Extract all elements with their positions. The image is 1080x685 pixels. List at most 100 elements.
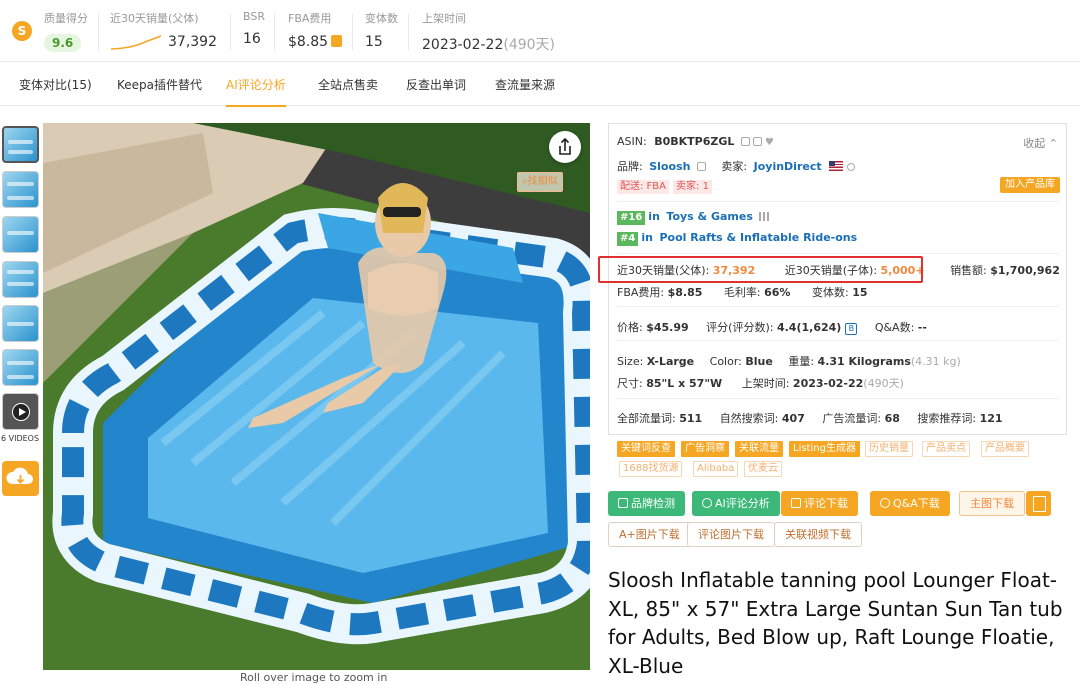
rank-row-2: #4 in Pool Rafts & Inflatable Ride-ons <box>617 231 857 246</box>
traffic-natural-value: 407 <box>781 412 805 425</box>
margin-value: 66% <box>764 286 791 299</box>
review-download-label: 评论下载 <box>804 497 848 510</box>
tab-reverse-keywords[interactable]: 反查出单词 <box>406 76 466 93</box>
copy-icon[interactable] <box>752 137 762 146</box>
heart-icon[interactable]: ♥ <box>765 137 774 148</box>
videos-label: 6 VIDEOS <box>1 434 40 443</box>
sales-trend-icon <box>110 35 162 50</box>
keyword-reverse-tag[interactable]: 关键词反查 <box>617 441 675 457</box>
seller-label: 卖家: <box>721 160 748 173</box>
youmaiyun-tag[interactable]: 优麦云 <box>744 461 782 477</box>
ad-insight-tag[interactable]: 广告洞察 <box>681 441 729 457</box>
asin-row: ASIN: B0BKTP6ZGL ♥ <box>617 135 774 148</box>
rank-category-link[interactable]: Toys & Games <box>666 210 753 223</box>
aplus-download-button[interactable]: A+图片下载 <box>608 522 691 547</box>
find-similar-button[interactable]: ⌕找相似 <box>517 172 563 192</box>
review-image-download-button[interactable]: 评论图片下载 <box>687 522 775 547</box>
thumbnail[interactable] <box>2 171 39 208</box>
collapse-label: 收起 <box>1023 137 1046 150</box>
listing-generator-tag[interactable]: Listing生成器 <box>789 441 860 457</box>
tab-ai-review[interactable]: AI评论分析 <box>226 76 286 107</box>
color-value: Blue <box>745 355 773 368</box>
traffic-natural-label: 自然搜索词: <box>719 412 779 425</box>
fulfillment-row: 配送: FBA 卖家: 1 <box>617 179 716 194</box>
product-photo <box>43 123 590 670</box>
copy-icon[interactable] <box>740 137 750 146</box>
related-video-download-button[interactable]: 关联视频下载 <box>774 522 862 547</box>
tab-all-sites[interactable]: 全站点售卖 <box>318 76 378 93</box>
product-main-image[interactable] <box>43 123 590 670</box>
divider <box>274 14 275 50</box>
find-similar-label: 找相似 <box>527 176 558 187</box>
alibaba-tag[interactable]: Alibaba <box>693 461 739 477</box>
us-flag-icon <box>829 161 844 171</box>
product-summary-tag[interactable]: 产品概要 <box>981 441 1029 457</box>
review-download-button[interactable]: 评论下载 <box>781 491 858 516</box>
chevron-up-icon: ⌃ <box>1048 137 1058 150</box>
location-icon <box>847 163 856 171</box>
traffic-all-value: 511 <box>679 412 703 425</box>
thumbnail[interactable] <box>2 126 39 163</box>
fba-label: FBA费用: <box>617 286 665 299</box>
dims-label: 尺寸: <box>617 377 643 390</box>
sales-value: 37,392 <box>168 34 217 50</box>
thumbnail[interactable] <box>2 216 39 253</box>
revenue-label: 销售额: <box>950 264 987 277</box>
seller-link[interactable]: JoyinDirect <box>754 160 822 173</box>
logo-icon: S <box>12 21 32 41</box>
add-to-library-button[interactable]: 加入产品库 <box>1000 177 1060 193</box>
listed-days: (490天) <box>503 37 556 53</box>
price-label: 价格: <box>617 321 643 334</box>
main-image-download-button[interactable]: 主图下载 <box>959 491 1025 516</box>
sales-history-tag[interactable]: 历史销量 <box>865 441 913 457</box>
brand-link[interactable]: Sloosh <box>649 160 690 173</box>
selling-points-tag[interactable]: 产品卖点 <box>922 441 970 457</box>
related-traffic-tag[interactable]: 关联流量 <box>735 441 783 457</box>
fba-metric: FBA费用 $8.85 <box>288 10 343 50</box>
pie-chart-icon <box>702 498 712 508</box>
rating-label: 评分(评分数): <box>706 321 774 334</box>
video-thumbnail[interactable] <box>2 393 39 430</box>
thumbnail[interactable] <box>2 261 39 298</box>
rank-badge: #4 <box>617 232 639 246</box>
metrics-bar: S 质量得分 9.6 近30天销量(父体) 37,392 BSR 16 FBA费… <box>0 0 1080 62</box>
variants-label: 变体数 <box>365 12 398 25</box>
calculator-icon[interactable] <box>331 35 343 47</box>
divider <box>408 14 409 50</box>
rating-badge[interactable]: B <box>845 323 858 335</box>
quality-score-badge: 9.6 <box>44 34 82 52</box>
brand-check-button[interactable]: 品牌检测 <box>608 491 685 516</box>
tab-traffic-source[interactable]: 查流量来源 <box>495 76 555 93</box>
bar-chart-icon[interactable] <box>758 212 769 221</box>
size-value: X-Large <box>646 355 695 368</box>
thumbnail[interactable] <box>2 305 39 342</box>
variants-metric: 变体数 15 <box>365 10 398 50</box>
bsr-metric: BSR 16 <box>243 10 265 47</box>
play-icon <box>12 403 30 421</box>
listed-metric: 上架时间 2023-02-22(490天) <box>422 10 555 54</box>
thumbnail[interactable] <box>2 349 39 386</box>
calculator-button[interactable] <box>1026 491 1051 516</box>
qa-download-button[interactable]: Q&A下载 <box>870 491 950 516</box>
brand-label: 品牌: <box>617 160 643 173</box>
cloud-download-button[interactable] <box>2 461 39 496</box>
share-button[interactable] <box>549 131 581 163</box>
rank-category-link[interactable]: Pool Rafts & Inflatable Ride-ons <box>659 231 857 244</box>
divider <box>617 201 1058 202</box>
tab-keepa[interactable]: Keepa插件替代 <box>117 76 202 93</box>
brand-row: 品牌: Sloosh 卖家: JoyinDirect <box>617 158 856 174</box>
qa-download-label: Q&A下载 <box>893 497 940 510</box>
ai-review-button[interactable]: AI评论分析 <box>692 491 780 516</box>
traffic-ads-label: 广告流量词: <box>822 412 882 425</box>
price-row: 价格: $45.99 评分(评分数): 4.4(1,624) B Q&A数: -- <box>617 319 927 335</box>
tab-variant-compare[interactable]: 变体对比(15) <box>19 76 92 93</box>
rank-row-1: #16 in Toys & Games <box>617 210 769 225</box>
quality-label: 质量得分 <box>44 12 88 25</box>
collapse-button[interactable]: 收起 ⌃ <box>1023 135 1058 151</box>
divider <box>617 398 1058 399</box>
listed-label: 上架时间: <box>741 377 790 390</box>
sales-highlight-box <box>598 256 923 283</box>
external-link-icon[interactable] <box>696 162 706 171</box>
source-1688-tag[interactable]: 1688找货源 <box>619 461 683 477</box>
comment-icon <box>791 498 801 508</box>
